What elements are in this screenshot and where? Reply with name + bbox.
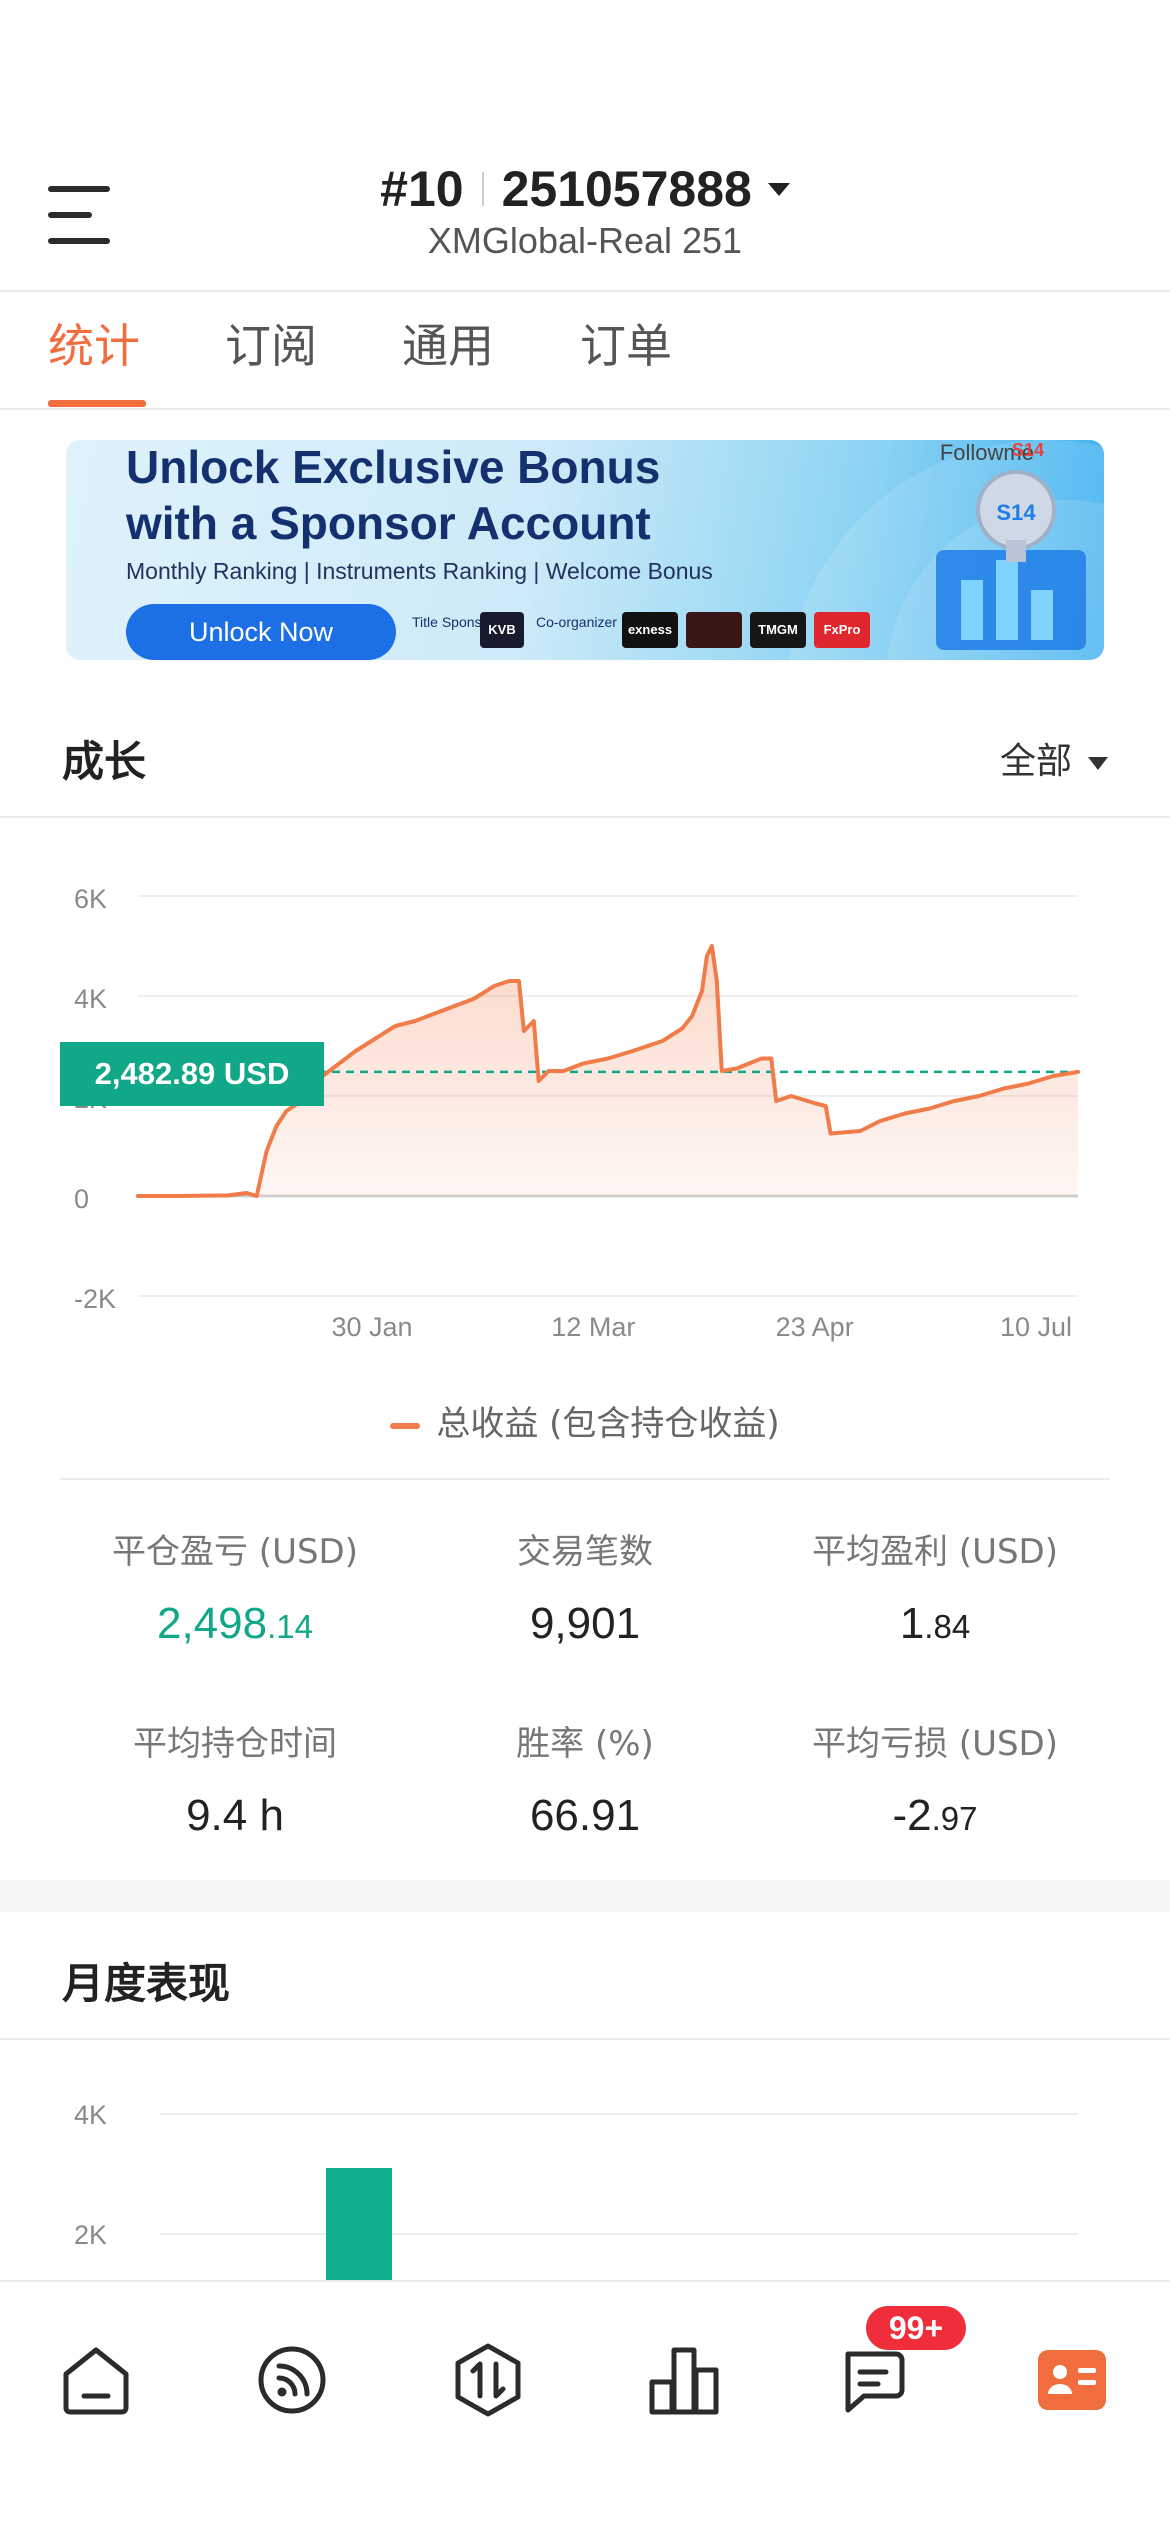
- y-tick-label: 0: [74, 1184, 89, 1214]
- monthly-chart: 4K 2K: [74, 2100, 1078, 2280]
- stat-avg-profit: 平均盈利 (USD) 1.84: [760, 1524, 1110, 1649]
- sponsor-logo-kvb: KVB: [480, 612, 524, 648]
- x-tick-label: 10 Jul: [1000, 1312, 1072, 1342]
- current-value-tooltip: 2,482.89 USD: [60, 1042, 324, 1106]
- stat-win-rate: 胜率 (%) 66.91: [410, 1716, 760, 1841]
- stat-value: -2.97: [892, 1791, 978, 1840]
- feed-icon: [258, 2346, 326, 2414]
- stat-label: 平均持仓时间: [133, 1724, 337, 1764]
- stat-value: 66.91: [529, 1791, 641, 1840]
- stat-label: 交易笔数: [517, 1532, 653, 1572]
- message-icon: [845, 2351, 905, 2413]
- sponsor-logo-fxpro: FxPro: [814, 612, 870, 648]
- growth-legend: 总收益 (包含持仓收益): [0, 1396, 1170, 1445]
- legend-divider: [60, 1478, 1110, 1480]
- nav-messages[interactable]: [836, 2340, 916, 2420]
- contest-label: S14: [1011, 440, 1044, 460]
- home-icon: [63, 2347, 129, 2415]
- growth-divider: [0, 816, 1170, 818]
- y-tick-label: 4K: [74, 984, 107, 1014]
- banner-title-line2: with a Sponsor Account: [126, 497, 651, 549]
- server-name: XMGlobal-Real 251: [427, 220, 743, 261]
- stat-value: 1.84: [899, 1599, 971, 1648]
- tab-orders[interactable]: 订单: [580, 310, 672, 376]
- x-tick-label: 30 Jan: [331, 1312, 412, 1342]
- nav-trade[interactable]: [448, 2340, 528, 2420]
- stat-value: 9.4 h: [186, 1791, 284, 1840]
- bottom-nav: 99+: [0, 2280, 1170, 2534]
- sponsor-logo-exness: exness: [622, 612, 678, 648]
- monthly-divider: [0, 2038, 1170, 2040]
- growth-title: 成长: [62, 737, 147, 786]
- stat-label: 平仓盈亏 (USD): [112, 1532, 358, 1572]
- stat-label: 平均亏损 (USD): [812, 1724, 1058, 1764]
- tab-general[interactable]: 通用: [402, 310, 494, 376]
- co-organizer-label: Co-organizer: [536, 614, 617, 630]
- section-gap: [0, 1880, 1170, 1912]
- stat-label: 平均盈利 (USD): [812, 1532, 1058, 1572]
- nav-home[interactable]: [56, 2340, 136, 2420]
- unlock-now-button[interactable]: Unlock Now: [126, 604, 396, 660]
- svg-text:S14: S14: [996, 500, 1036, 525]
- active-tab-indicator: [48, 400, 146, 407]
- banner-subtitle: Monthly Ranking | Instruments Ranking | …: [126, 558, 713, 584]
- stat-trade-count: 交易笔数 9,901: [410, 1524, 760, 1649]
- range-selector[interactable]: 全部: [1000, 732, 1108, 784]
- stat-value: 9,901: [529, 1599, 641, 1648]
- x-tick-label: 12 Mar: [551, 1312, 635, 1342]
- sponsor-logo-partner: [686, 612, 742, 648]
- header-divider: [0, 290, 1170, 292]
- legend-label: 总收益 (包含持仓收益): [436, 1404, 780, 1444]
- nav-profile[interactable]: [1032, 2340, 1112, 2420]
- y-tick-label: 6K: [74, 884, 107, 914]
- trade-icon: [455, 2343, 521, 2417]
- profile-card-icon: [1038, 2350, 1106, 2410]
- range-label: 全部: [999, 741, 1072, 782]
- y-tick-label: 4K: [74, 2100, 107, 2130]
- y-tick-label: 2K: [74, 2220, 107, 2250]
- nav-ranking[interactable]: [644, 2340, 724, 2420]
- unread-badge: 99+: [866, 2306, 966, 2350]
- monthly-bar: [326, 2168, 392, 2280]
- ranking-icon: [649, 2347, 719, 2415]
- monthly-title: 月度表现: [62, 1959, 231, 2008]
- stat-closed-pnl: 平仓盈亏 (USD) 2,498.14: [60, 1524, 410, 1649]
- tabs-divider: [0, 408, 1170, 410]
- tab-stats[interactable]: 统计: [48, 310, 140, 376]
- app-header: #10 251057888 XMGlobal-Real 251: [0, 0, 1170, 290]
- stat-avg-hold-time: 平均持仓时间 9.4 h: [60, 1716, 410, 1841]
- stat-avg-loss: 平均亏损 (USD) -2.97: [760, 1716, 1110, 1841]
- account-rank: #10: [380, 161, 464, 217]
- nav-feed[interactable]: [252, 2340, 332, 2420]
- tab-subscribe[interactable]: 订阅: [225, 310, 317, 376]
- banner-title-line1: Unlock Exclusive Bonus: [126, 441, 661, 493]
- stat-value: 2,498.14: [157, 1599, 313, 1648]
- chevron-down-icon: [1088, 756, 1108, 770]
- x-tick-label: 23 Apr: [776, 1312, 854, 1342]
- account-number: 251057888: [501, 161, 752, 217]
- y-tick-label: -2K: [74, 1284, 116, 1314]
- legend-swatch: [390, 1422, 421, 1429]
- stat-label: 胜率 (%): [516, 1724, 654, 1764]
- chevron-down-icon: [767, 182, 790, 196]
- account-selector[interactable]: #10 251057888: [0, 160, 1170, 218]
- sponsor-logo-tmgm: TMGM: [750, 612, 806, 648]
- sponsor-banner[interactable]: S14 Followme S14 Unlock Exclusive Bonus …: [66, 440, 1104, 660]
